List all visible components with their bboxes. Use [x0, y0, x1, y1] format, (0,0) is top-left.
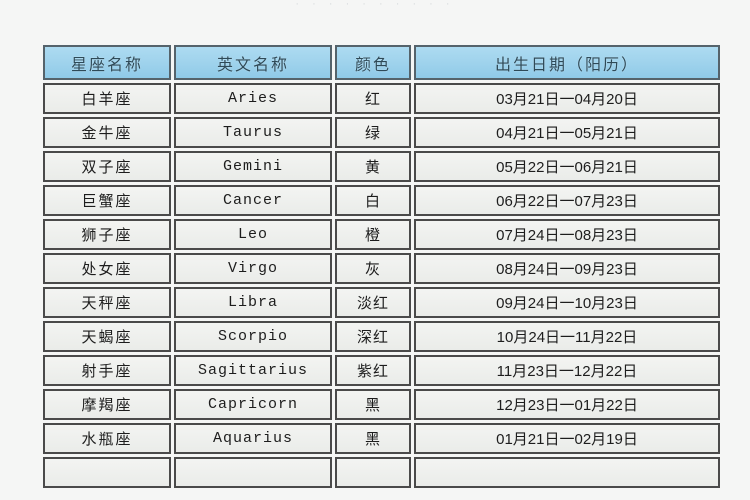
cell-birth-date — [414, 457, 720, 488]
cell-color: 橙 — [335, 219, 411, 250]
cell-constellation-name: 处女座 — [43, 253, 171, 284]
cell-color: 红 — [335, 83, 411, 114]
cell-english-name: Aries — [174, 83, 332, 114]
column-header-english-name: 英文名称 — [174, 45, 332, 80]
table-row: 射手座 Sagittarius 紫红 11月23日一12月22日 — [43, 355, 720, 386]
cell-constellation-name: 摩羯座 — [43, 389, 171, 420]
cell-english-name: Cancer — [174, 185, 332, 216]
table-row: 处女座 Virgo 灰 08月24日一09月23日 — [43, 253, 720, 284]
cell-english-name: Taurus — [174, 117, 332, 148]
cell-color: 深红 — [335, 321, 411, 352]
table-row: 水瓶座 Aquarius 黑 01月21日一02月19日 — [43, 423, 720, 454]
cell-english-name: Scorpio — [174, 321, 332, 352]
cell-english-name: Virgo — [174, 253, 332, 284]
cell-english-name: Aquarius — [174, 423, 332, 454]
cell-constellation-name — [43, 457, 171, 488]
cell-color: 绿 — [335, 117, 411, 148]
cell-color: 黄 — [335, 151, 411, 182]
cell-constellation-name: 金牛座 — [43, 117, 171, 148]
table-row: 白羊座 Aries 红 03月21日一04月20日 — [43, 83, 720, 114]
cell-birth-date: 06月22日一07月23日 — [414, 185, 720, 216]
cell-birth-date: 10月24日一11月22日 — [414, 321, 720, 352]
cell-birth-date: 12月23日一01月22日 — [414, 389, 720, 420]
table-row: 摩羯座 Capricorn 黑 12月23日一01月22日 — [43, 389, 720, 420]
cell-birth-date: 01月21日一02月19日 — [414, 423, 720, 454]
cell-color: 淡红 — [335, 287, 411, 318]
table-row: 双子座 Gemini 黄 05月22日一06月21日 — [43, 151, 720, 182]
cell-english-name: Capricorn — [174, 389, 332, 420]
cell-color: 白 — [335, 185, 411, 216]
cell-color: 黑 — [335, 389, 411, 420]
column-header-color: 颜色 — [335, 45, 411, 80]
cell-english-name: Leo — [174, 219, 332, 250]
cell-constellation-name: 白羊座 — [43, 83, 171, 114]
cell-birth-date: 05月22日一06月21日 — [414, 151, 720, 182]
table-row: 天秤座 Libra 淡红 09月24日一10月23日 — [43, 287, 720, 318]
cell-constellation-name: 天蝎座 — [43, 321, 171, 352]
cell-birth-date: 04月21日一05月21日 — [414, 117, 720, 148]
cell-constellation-name: 水瓶座 — [43, 423, 171, 454]
table-row-partial — [43, 457, 720, 488]
cell-english-name: Gemini — [174, 151, 332, 182]
table-body: 白羊座 Aries 红 03月21日一04月20日 金牛座 Taurus 绿 0… — [43, 83, 720, 488]
cell-birth-date: 09月24日一10月23日 — [414, 287, 720, 318]
cell-color — [335, 457, 411, 488]
cell-birth-date: 07月24日一08月23日 — [414, 219, 720, 250]
column-header-birth-date: 出生日期（阳历） — [414, 45, 720, 80]
top-cutoff-text: · · · · · · · · · · — [295, 0, 455, 10]
cell-color: 紫红 — [335, 355, 411, 386]
zodiac-table: 星座名称 英文名称 颜色 出生日期（阳历） 白羊座 Aries 红 03月21日… — [40, 42, 723, 491]
cell-english-name: Sagittarius — [174, 355, 332, 386]
table-row: 巨蟹座 Cancer 白 06月22日一07月23日 — [43, 185, 720, 216]
cell-color: 灰 — [335, 253, 411, 284]
column-header-constellation-name: 星座名称 — [43, 45, 171, 80]
cell-constellation-name: 狮子座 — [43, 219, 171, 250]
cell-birth-date: 11月23日一12月22日 — [414, 355, 720, 386]
table-header: 星座名称 英文名称 颜色 出生日期（阳历） — [43, 45, 720, 80]
cell-constellation-name: 巨蟹座 — [43, 185, 171, 216]
cell-birth-date: 03月21日一04月20日 — [414, 83, 720, 114]
table-row: 金牛座 Taurus 绿 04月21日一05月21日 — [43, 117, 720, 148]
table-row: 天蝎座 Scorpio 深红 10月24日一11月22日 — [43, 321, 720, 352]
cell-constellation-name: 天秤座 — [43, 287, 171, 318]
cell-english-name: Libra — [174, 287, 332, 318]
cell-birth-date: 08月24日一09月23日 — [414, 253, 720, 284]
table-row: 狮子座 Leo 橙 07月24日一08月23日 — [43, 219, 720, 250]
cell-constellation-name: 射手座 — [43, 355, 171, 386]
cell-color: 黑 — [335, 423, 411, 454]
cell-constellation-name: 双子座 — [43, 151, 171, 182]
header-row: 星座名称 英文名称 颜色 出生日期（阳历） — [43, 45, 720, 80]
zodiac-table-container: 星座名称 英文名称 颜色 出生日期（阳历） 白羊座 Aries 红 03月21日… — [40, 42, 720, 491]
cell-english-name — [174, 457, 332, 488]
